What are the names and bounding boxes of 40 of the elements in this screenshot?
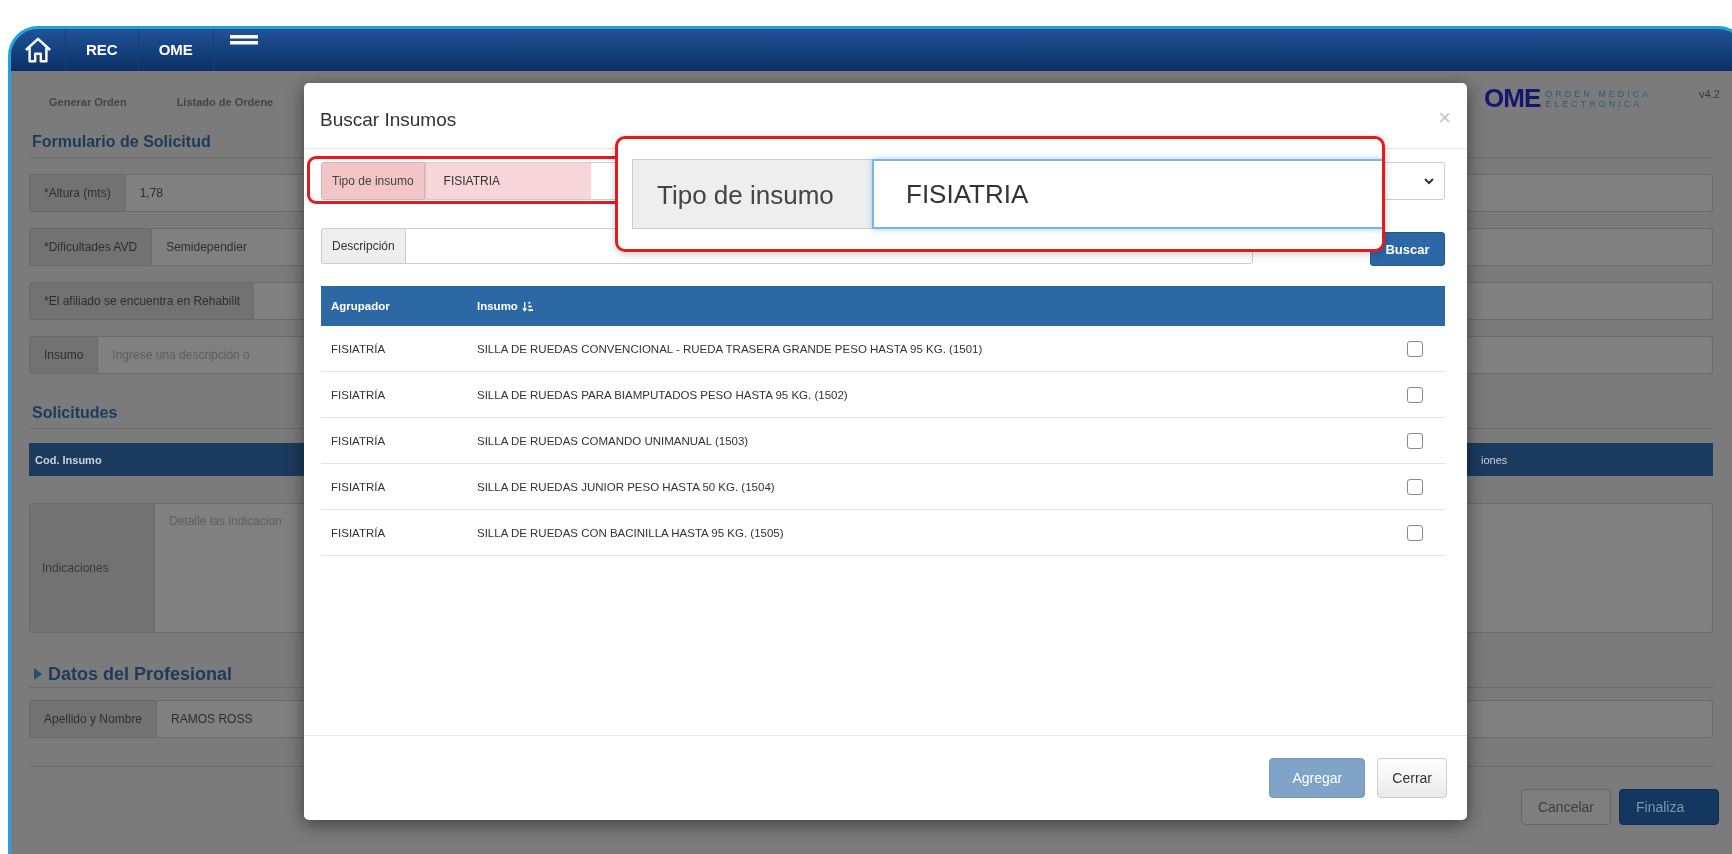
field-label: Apellido y Nombre (29, 700, 158, 738)
checkbox[interactable] (1407, 524, 1423, 541)
section-title: Formulario de Solicitud (32, 133, 212, 152)
checkbox[interactable] (1407, 386, 1423, 403)
field-label: Descripción (321, 228, 406, 264)
cancel-button[interactable]: Cancelar (1520, 789, 1611, 825)
field-label: *Dificultades AVD (29, 228, 153, 266)
table-cell-text: SILLA DE RUEDAS PARA BIAMPUTADOS PESO HASTA 95 KG. (1502) (476, 388, 848, 401)
table-cell-text: SILLA DE RUEDAS CONVENCIONAL - RUEDA TRASERA GRANDE PESO HASTA 95 KG. (1501) (476, 342, 983, 355)
field-label: Indicaciones (29, 503, 155, 633)
field-label: Tipo de insumo (632, 159, 872, 229)
section-title: Solicitudes (32, 404, 119, 423)
field-label: *Altura (mts) (29, 174, 126, 212)
add-button[interactable]: Agregar (1269, 758, 1366, 798)
close-button[interactable]: Cerrar (1377, 758, 1447, 798)
table-cell-text: FISIATRÍA (330, 526, 387, 539)
nav-tab[interactable]: OME (137, 29, 214, 71)
version-label: v4.2 (1699, 88, 1720, 100)
finish-button[interactable]: Finaliza (1619, 789, 1719, 825)
menu-icon[interactable] (229, 35, 258, 45)
table-cell-text: FISIATRÍA (330, 388, 387, 401)
nav-tab[interactable]: REC (65, 29, 138, 71)
field-label: Tipo de insumo (321, 162, 425, 200)
field-label: Insumo (29, 336, 99, 374)
select-field: FISIATRIA (872, 159, 1382, 229)
checkbox[interactable] (1407, 478, 1423, 495)
home-icon[interactable] (23, 36, 53, 64)
table-cell-text: FISIATRÍA (330, 342, 387, 355)
sort-icon[interactable] (521, 300, 533, 312)
checkbox[interactable] (1407, 432, 1423, 449)
section-title: Datos del Profesional (48, 663, 233, 685)
checkbox[interactable] (1407, 340, 1423, 357)
table-cell-text: SILLA DE RUEDAS CON BACINILLA HASTA 95 KG. (1505) (476, 526, 784, 539)
chevron-icon (1424, 177, 1434, 185)
caret-icon[interactable] (34, 668, 42, 680)
field-label: *El afiliado se encuentra en Rehabilit (29, 282, 255, 320)
dialog-title: Buscar Insumos (320, 108, 457, 131)
table-cell-text: FISIATRÍA (330, 480, 387, 493)
table-header: Agrupador Insumo (321, 286, 1445, 326)
table-cell-text: SILLA DE RUEDAS JUNIOR PESO HASTA 50 KG. (1504) (476, 480, 775, 493)
